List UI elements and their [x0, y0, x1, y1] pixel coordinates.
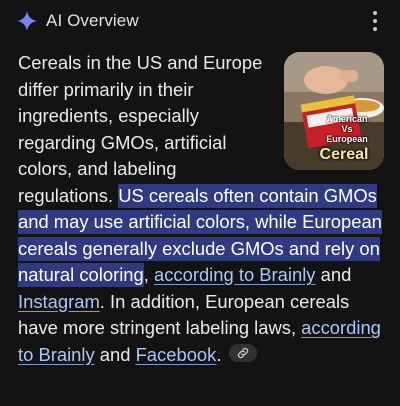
source-link-instagram[interactable]: Instagram [18, 291, 100, 312]
more-vert-icon [373, 11, 377, 15]
more-vert-icon-dot [373, 19, 377, 23]
and-text: and [315, 264, 352, 285]
more-options-button[interactable] [372, 11, 378, 31]
sparkle-icon [16, 10, 38, 32]
source-link-brainly[interactable]: according to Brainly [154, 264, 316, 285]
overlay-line-3: European [326, 134, 368, 144]
cereal-thumbnail[interactable]: American Vs European Cereal Kellogg's [284, 52, 384, 170]
link-icon [238, 347, 249, 358]
and-text-2: and [94, 343, 136, 365]
header-title: AI Overview [46, 11, 139, 30]
overview-text: American Vs European Cereal Kellogg's Ce… [18, 50, 388, 368]
box-brand-label: Kellogg's [313, 114, 343, 127]
end-text: . [216, 343, 222, 365]
source-link-facebook[interactable]: Facebook [136, 344, 217, 365]
separator-text: , [143, 264, 154, 285]
ai-overview-header: AI Overview [16, 8, 388, 34]
thumbnail-title: Cereal [319, 146, 369, 163]
link-chip-button[interactable] [229, 343, 258, 362]
intro-text: Cereals in the US and Europe differ prim… [18, 52, 263, 206]
more-vert-icon-dot [373, 27, 377, 31]
ai-overview-card: AI Overview American Vs European Cereal … [0, 0, 400, 406]
